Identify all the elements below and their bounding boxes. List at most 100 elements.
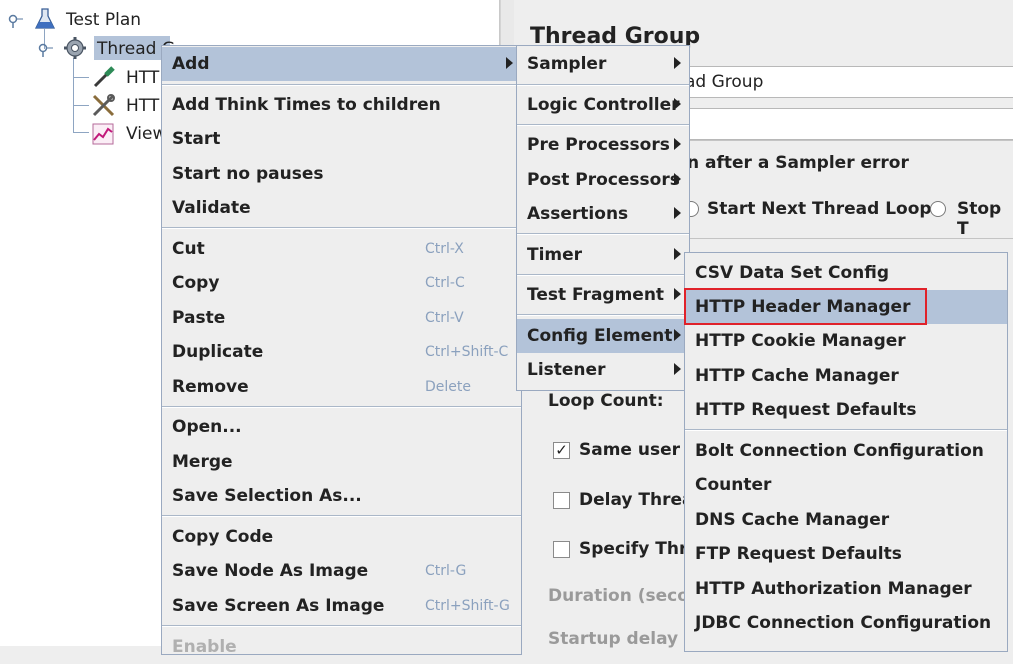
menu-item-label: Validate xyxy=(172,198,251,218)
submenu-arrow-icon xyxy=(674,173,681,185)
menu-item-label: Counter xyxy=(695,475,772,495)
menu-item-add-think-times[interactable]: Add Think Times to children xyxy=(162,88,521,122)
startup-delay-label: Startup delay (s xyxy=(548,629,702,649)
duration-label: Duration (secon xyxy=(548,586,701,606)
submenu-arrow-icon xyxy=(674,138,681,150)
menu-item-add[interactable]: Add xyxy=(162,47,521,81)
menu-item-enable[interactable]: Enable xyxy=(162,630,521,664)
divider xyxy=(674,140,1013,141)
menu-item-config-element[interactable]: Config Element xyxy=(517,319,689,353)
menu-item-label: Copy Code xyxy=(172,527,274,547)
submenu-arrow-icon xyxy=(674,207,681,219)
radio-start-next-loop-label: Start Next Thread Loop xyxy=(707,199,932,219)
menu-item-copy[interactable]: Copy Ctrl-C xyxy=(162,266,521,300)
menu-separator xyxy=(517,84,689,86)
menu-item-shortcut: Ctrl-G xyxy=(425,563,467,579)
delay-thread-checkbox[interactable] xyxy=(553,492,570,509)
menu-item-copy-code[interactable]: Copy Code xyxy=(162,520,521,554)
menu-item-label: Enable xyxy=(172,637,237,657)
menu-separator xyxy=(517,274,689,276)
menu-item-label: DNS Cache Manager xyxy=(695,510,890,530)
menu-item-test-fragment[interactable]: Test Fragment xyxy=(517,278,689,312)
menu-item-dns-cache-manager[interactable]: DNS Cache Manager xyxy=(685,503,1007,537)
menu-item-label: HTTP Authorization Manager xyxy=(695,579,972,599)
menu-item-label: Bolt Connection Configuration xyxy=(695,441,984,461)
menu-item-logic-controller[interactable]: Logic Controller xyxy=(517,88,689,122)
menu-item-save-screen-image[interactable]: Save Screen As Image Ctrl+Shift-G xyxy=(162,589,521,623)
name-field[interactable]: ad Group xyxy=(674,66,1013,98)
menu-separator xyxy=(162,406,521,408)
menu-item-label: HTTP Cookie Manager xyxy=(695,331,906,351)
menu-item-label: Open... xyxy=(172,417,242,437)
comments-field[interactable] xyxy=(674,108,1013,140)
menu-item-label: Merge xyxy=(172,452,233,472)
menu-item-label: JDBC Connection Configuration xyxy=(695,613,992,633)
menu-item-label: Remove xyxy=(172,377,249,397)
menu-item-label: Listener xyxy=(527,360,606,380)
menu-item-remove[interactable]: Remove Delete xyxy=(162,370,521,404)
menu-item-csv-data-set-config[interactable]: CSV Data Set Config xyxy=(685,256,1007,290)
menu-separator xyxy=(517,314,689,316)
menu-item-open[interactable]: Open... xyxy=(162,410,521,444)
menu-separator xyxy=(162,227,521,229)
tree-item-label: HTT xyxy=(126,96,160,116)
tree-item-test-plan[interactable]: Test Plan xyxy=(0,6,499,32)
menu-separator xyxy=(685,429,1007,431)
menu-item-counter[interactable]: Counter xyxy=(685,468,1007,502)
menu-item-http-cookie-manager[interactable]: HTTP Cookie Manager xyxy=(685,324,1007,358)
menu-item-http-cache-manager[interactable]: HTTP Cache Manager xyxy=(685,359,1007,393)
menu-item-pre-processors[interactable]: Pre Processors xyxy=(517,128,689,162)
menu-item-label: FTP Request Defaults xyxy=(695,544,902,564)
menu-item-bolt-connection[interactable]: Bolt Connection Configuration xyxy=(685,434,1007,468)
menu-item-assertions[interactable]: Assertions xyxy=(517,197,689,231)
menu-item-post-processors[interactable]: Post Processors xyxy=(517,163,689,197)
flask-icon xyxy=(34,8,56,29)
menu-item-jdbc-connection[interactable]: JDBC Connection Configuration xyxy=(685,606,1007,640)
menu-item-shortcut: Ctrl-V xyxy=(425,310,464,326)
menu-item-label: Paste xyxy=(172,308,226,328)
menu-item-save-selection[interactable]: Save Selection As... xyxy=(162,479,521,513)
highlight-frame xyxy=(684,288,927,325)
submenu-arrow-icon xyxy=(674,363,681,375)
menu-item-sampler[interactable]: Sampler xyxy=(517,47,689,81)
tree-item-label: HTT xyxy=(126,68,160,88)
error-action-legend: n after a Sampler error xyxy=(687,153,909,173)
menu-item-start[interactable]: Start xyxy=(162,122,521,156)
menu-item-label: Save Screen As Image xyxy=(172,596,385,616)
tree-item-label: Test Plan xyxy=(66,10,142,30)
menu-separator xyxy=(162,84,521,86)
tools-icon xyxy=(92,94,115,117)
menu-item-timer[interactable]: Timer xyxy=(517,238,689,272)
menu-item-listener[interactable]: Listener xyxy=(517,353,689,387)
delay-thread-label: Delay Threa xyxy=(579,490,694,510)
radio-stop-thread[interactable] xyxy=(930,201,946,217)
menu-item-label: Logic Controller xyxy=(527,95,680,115)
context-menu: Add Add Think Times to children Start St… xyxy=(161,45,522,657)
menu-item-label: HTTP Cache Manager xyxy=(695,366,899,386)
menu-item-label: Save Node As Image xyxy=(172,561,369,581)
menu-item-http-request-defaults[interactable]: HTTP Request Defaults xyxy=(685,393,1007,427)
menu-item-validate[interactable]: Validate xyxy=(162,191,521,225)
menu-item-shortcut: Ctrl-C xyxy=(425,275,465,291)
menu-item-start-no-pauses[interactable]: Start no pauses xyxy=(162,157,521,191)
menu-item-save-node-image[interactable]: Save Node As Image Ctrl-G xyxy=(162,554,521,588)
same-user-checkbox[interactable]: ✓ xyxy=(553,442,570,459)
menu-item-label: Copy xyxy=(172,273,220,293)
menu-item-merge[interactable]: Merge xyxy=(162,445,521,479)
submenu-arrow-icon xyxy=(674,98,681,110)
gear-icon xyxy=(64,37,86,59)
menu-item-ftp-request-defaults[interactable]: FTP Request Defaults xyxy=(685,537,1007,571)
menu-item-http-authorization-manager[interactable]: HTTP Authorization Manager xyxy=(685,572,1007,606)
menu-item-paste[interactable]: Paste Ctrl-V xyxy=(162,301,521,335)
menu-item-cut[interactable]: Cut Ctrl-X xyxy=(162,232,521,266)
menu-separator xyxy=(162,625,521,627)
menu-item-label: CSV Data Set Config xyxy=(695,263,890,283)
menu-item-duplicate[interactable]: Duplicate Ctrl+Shift-C xyxy=(162,335,521,369)
menu-item-shortcut: Delete xyxy=(425,379,471,395)
menu-item-label: Start no pauses xyxy=(172,164,324,184)
specify-thread-checkbox[interactable] xyxy=(553,541,570,558)
menu-item-label: HTTP Request Defaults xyxy=(695,400,917,420)
menu-item-shortcut: Ctrl+Shift-G xyxy=(425,598,510,614)
menu-item-shortcut: Ctrl-X xyxy=(425,241,464,257)
dropper-icon xyxy=(93,66,115,88)
